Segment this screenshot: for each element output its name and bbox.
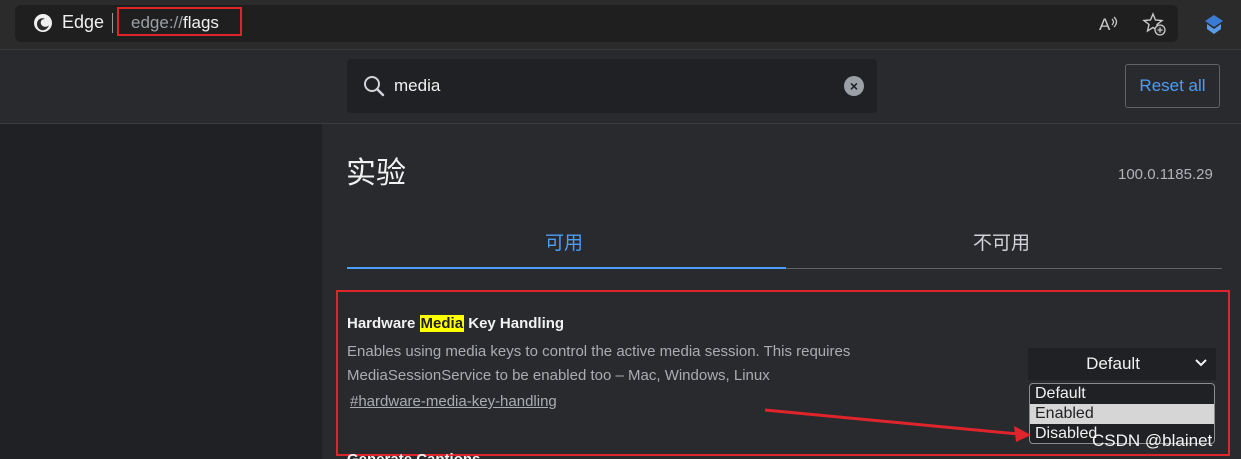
flag-description-line: MediaSessionService to be enabled too – … (347, 367, 770, 384)
page-title: 实验 (346, 157, 406, 190)
search-box: × (347, 59, 877, 113)
flag-description-line: Enables using media keys to control the … (347, 343, 851, 360)
url-text[interactable]: edge://flags (131, 13, 219, 33)
flag-description: Enables using media keys to control the … (347, 340, 947, 388)
browser-name: Edge (62, 12, 105, 32)
flag-title: Hardware Media Key Handling (347, 315, 564, 332)
add-favorite-icon[interactable] (1142, 12, 1166, 36)
flag-permalink[interactable]: #hardware-media-key-handling (350, 393, 557, 410)
search-input[interactable] (394, 76, 814, 96)
clear-search-icon[interactable]: × (844, 76, 864, 96)
flag-title-prefix: Hardware (347, 315, 420, 332)
url-host: flags (183, 13, 219, 32)
tab-available[interactable]: 可用 (545, 228, 583, 255)
address-separator (112, 13, 113, 33)
search-icon (364, 76, 385, 97)
select-current-value: Default (1086, 354, 1140, 373)
browser-toolbar: Edge edge://flags A (0, 0, 1241, 50)
url-scheme: edge:// (131, 13, 183, 32)
tab-unavailable[interactable]: 不可用 (973, 228, 1030, 255)
svg-text:A: A (1099, 15, 1111, 34)
version-number: 100.0.1185.29 (1118, 166, 1213, 183)
profile-icon[interactable] (1201, 12, 1227, 38)
read-aloud-icon[interactable]: A (1097, 12, 1121, 36)
active-tab-indicator (347, 267, 786, 269)
search-match-highlight: Media (419, 315, 465, 332)
reset-all-button[interactable]: Reset all (1125, 64, 1220, 108)
option-enabled[interactable]: Enabled (1030, 404, 1214, 424)
flag-title-suffix: Key Handling (464, 315, 565, 332)
next-flag-title: Generate Captions (347, 451, 480, 459)
left-sidebar (0, 124, 322, 459)
watermark: CSDN @blainet (1092, 431, 1213, 450)
flags-header: × Reset all (0, 50, 1241, 124)
chevron-down-icon (1195, 359, 1207, 367)
flag-state-select[interactable]: Default (1028, 348, 1216, 380)
option-default[interactable]: Default (1030, 384, 1214, 404)
edge-logo-icon (34, 14, 52, 32)
